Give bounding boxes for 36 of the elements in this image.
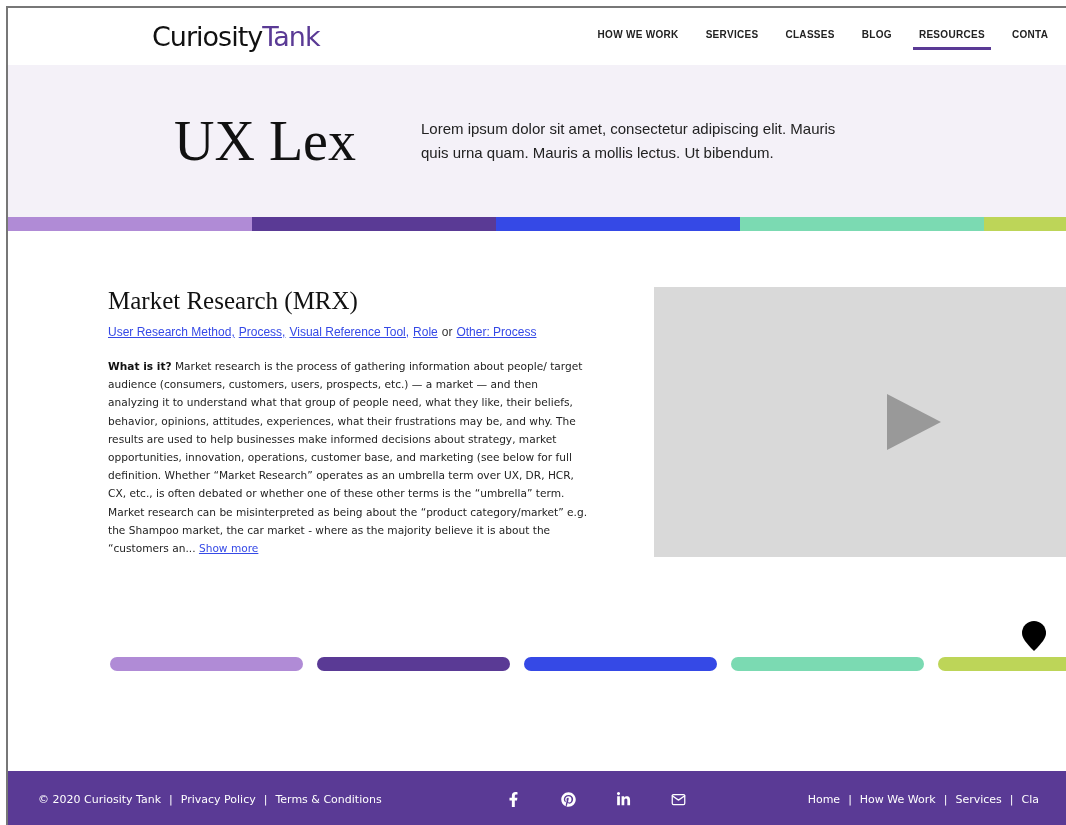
hero-description: Lorem ipsum dolor sit amet, consectetur adipiscing elit. Mauris quis urna quam. Mauris a mollis lectus. Ut bibendum. xyxy=(421,119,837,163)
category-link[interactable]: Process, xyxy=(238,325,286,339)
nav-link[interactable]: CLASSES xyxy=(779,23,841,50)
separator: | xyxy=(848,793,852,806)
nav-link[interactable]: BLOG xyxy=(855,23,898,50)
footer-link[interactable]: Terms & Conditions xyxy=(275,793,382,806)
pinterest-icon[interactable] xyxy=(560,792,576,807)
logo-text: Curiosity xyxy=(152,21,263,52)
category-link[interactable]: User Research Method, xyxy=(108,325,235,339)
separator: | xyxy=(943,793,948,806)
footer-link[interactable]: Privacy Policy xyxy=(180,793,256,806)
footer-link[interactable]: How We Work xyxy=(859,793,936,806)
location-pin-icon xyxy=(1022,621,1046,651)
nav-link[interactable]: SERVICES xyxy=(699,23,765,50)
definition-text: What is it? Market research is the process of gathering information about people/ target audience (consumers, customers, users, prospects, etc.) — a market — and then analyzing it to understand what that group of people need, what they like, their beliefs, behavior, opinions, attitudes, experiences, what their frustrations may be, and why. The results are used to help businesses make informed decisions about strategy, market opportunities, innovation, operations, customer base, and marketing (see below for full definition. Whether “Market Research” operates as an umbrella term over UX, DR, HCR, CX, etc., is often debated or whether one of these other terms is the “umbrella” term. Market research can be misinterpreted as being about the “product category/market” e.g. the Shampoo market, the car market - where as the majority believe it is about the “customers an... Show more xyxy=(108,359,589,557)
footer-link[interactable]: © 2020 Curiosity Tank xyxy=(38,793,162,806)
category-link[interactable]: Role xyxy=(413,325,438,339)
footer-link[interactable]: Cla xyxy=(1021,793,1039,806)
separator: | xyxy=(169,793,173,806)
footer-link[interactable]: Home xyxy=(807,793,841,806)
entry-title: Market Research (MRX) xyxy=(108,287,359,315)
nav-link[interactable]: RESOURCES xyxy=(912,23,991,50)
logo[interactable]: CuriosityTank xyxy=(152,21,320,52)
separator: | xyxy=(1009,793,1014,806)
footer-link[interactable]: Services xyxy=(955,793,1002,806)
mail-icon[interactable] xyxy=(670,792,686,807)
nav-link[interactable]: CONTA xyxy=(1005,23,1055,50)
separator: | xyxy=(263,793,268,806)
show-more-link[interactable]: Show more xyxy=(198,542,259,555)
page-title: UX Lex xyxy=(174,109,357,173)
nav-link[interactable]: HOW WE WORK xyxy=(591,23,685,50)
joiner-text: or xyxy=(441,325,453,339)
category-link[interactable]: Visual Reference Tool, xyxy=(289,325,410,339)
logo-text: Tank xyxy=(262,21,320,52)
linkedin-icon[interactable] xyxy=(615,792,631,807)
category-link[interactable]: Other: Process xyxy=(456,325,537,339)
